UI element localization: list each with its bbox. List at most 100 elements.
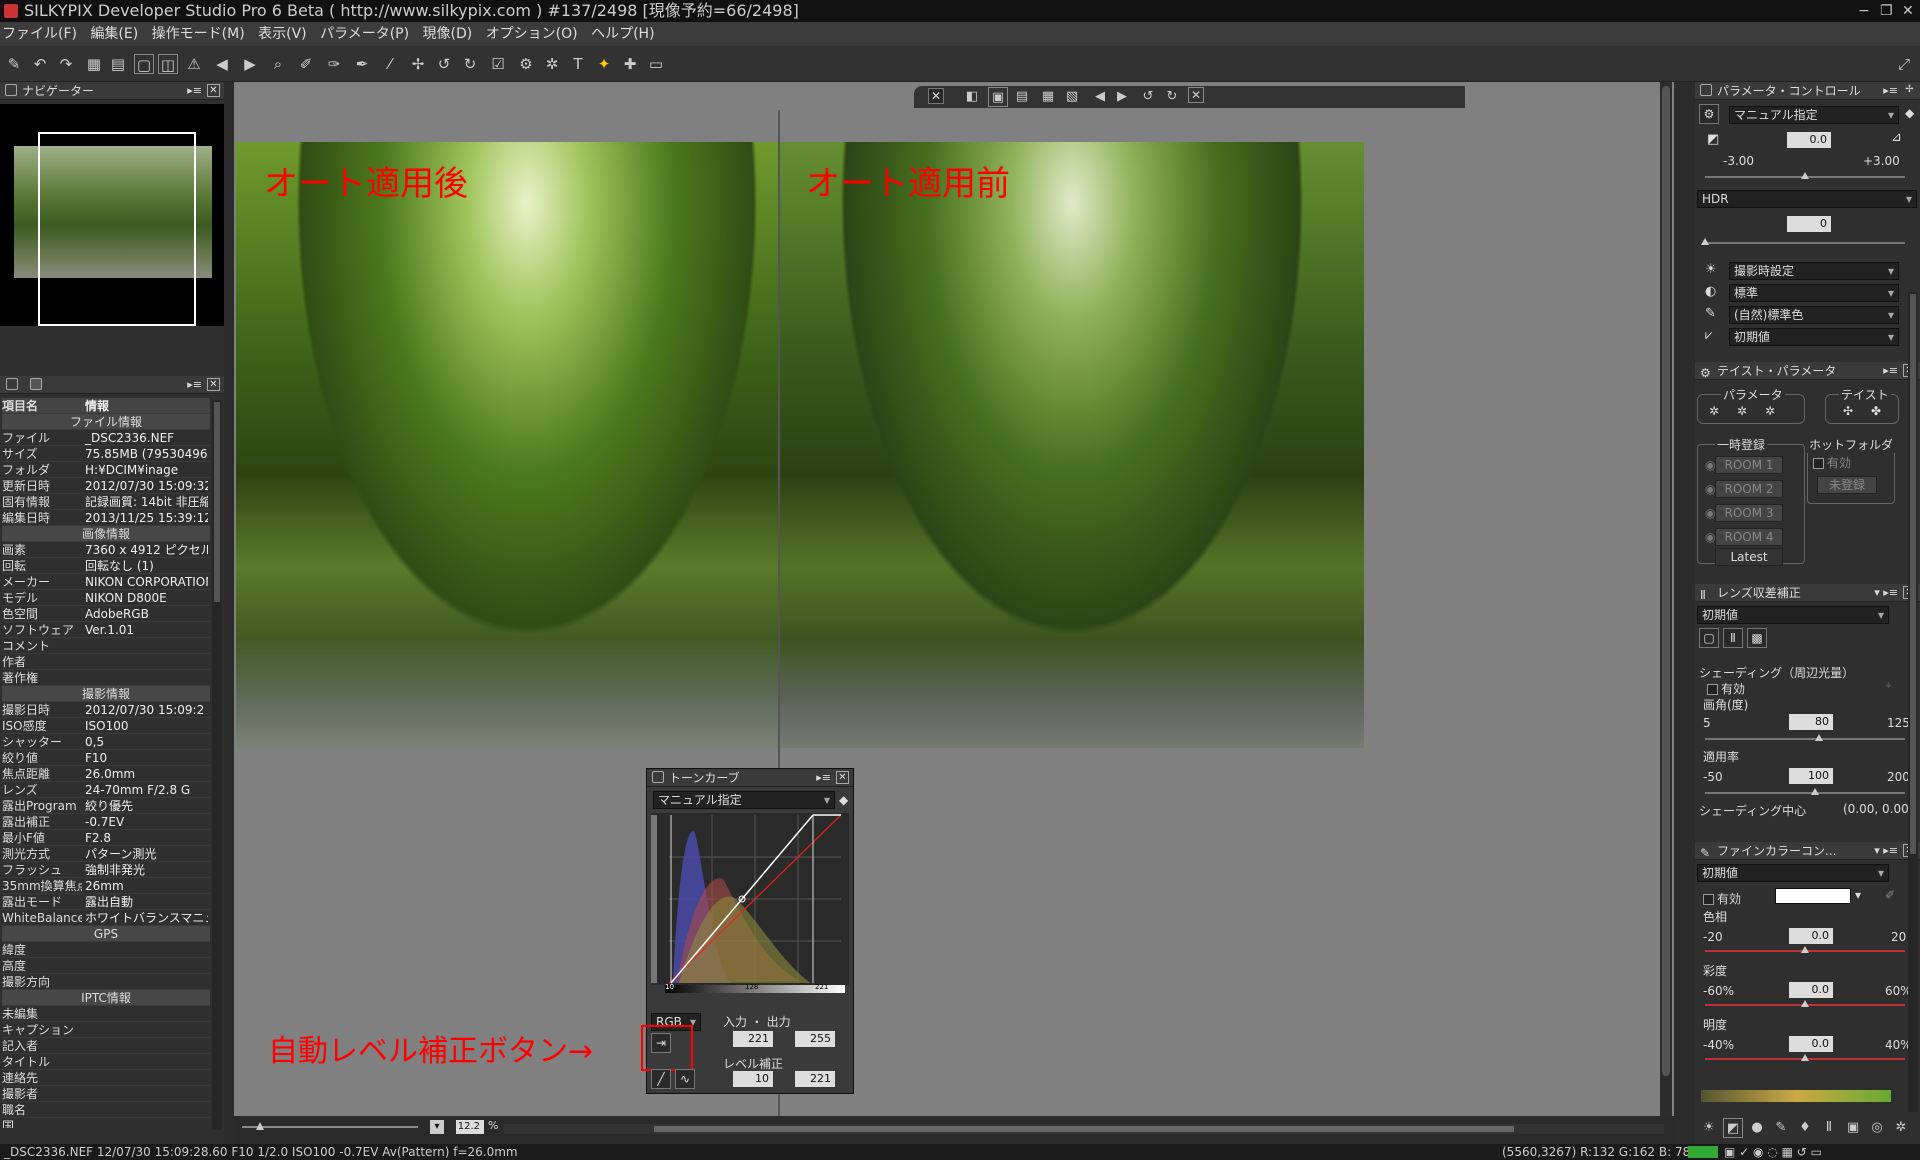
params-pin2-icon[interactable]: ◆	[1905, 106, 1914, 120]
exposure-slider[interactable]	[1705, 172, 1905, 179]
taste-menu-icon[interactable]: ▸≡	[1883, 362, 1898, 380]
hue-slider[interactable]	[1705, 946, 1905, 953]
rate-value[interactable]: 100	[1789, 768, 1833, 784]
single-view-icon[interactable]: ▢	[134, 54, 154, 74]
tonecurve-menu-icon[interactable]: ▸≡	[816, 769, 831, 787]
hue-value[interactable]: 0.0	[1789, 928, 1833, 944]
bri-value[interactable]: 0.0	[1789, 1036, 1833, 1052]
navigator-frame[interactable]	[38, 132, 196, 326]
lens-menu-icon[interactable]: ▾ ▸≡	[1874, 584, 1898, 602]
lens-tab-2-icon[interactable]: Ⅱ	[1723, 628, 1743, 648]
right-scrollbar[interactable]	[1908, 292, 1918, 1112]
rotate-cw-icon[interactable]: ↻	[1162, 87, 1182, 107]
pane-close-icon[interactable]: ✕	[928, 88, 944, 104]
folder-icon[interactable]	[6, 378, 18, 390]
info-row[interactable]: ファイル _DSC2336.NEF	[2, 430, 210, 446]
info-row[interactable]: WhiteBalanceホワイトバランスマニュ	[2, 910, 210, 926]
info-section-header[interactable]: 撮影情報	[2, 686, 210, 702]
info-row[interactable]: 連絡先	[2, 1070, 210, 1086]
info-row[interactable]: 未編集	[2, 1006, 210, 1022]
finecolor-menu-icon[interactable]: ▾ ▸≡	[1874, 842, 1898, 860]
info-row[interactable]: コメント	[2, 638, 210, 654]
undo-icon[interactable]: ↶	[30, 54, 50, 74]
menu-file[interactable]: ファイル(F)	[2, 26, 77, 42]
angle-value[interactable]: 80	[1789, 714, 1833, 730]
info-row[interactable]: 焦点距離 26.0mm	[2, 766, 210, 782]
pane-right-close-icon[interactable]: ✕	[1188, 87, 1204, 103]
info-row[interactable]: モデル NIKON D800E	[2, 590, 210, 606]
zoom-slider[interactable]	[242, 1122, 418, 1130]
color-swatch[interactable]	[1775, 888, 1851, 904]
info-row[interactable]: シャッター 0,5	[2, 734, 210, 750]
pen-icon[interactable]: ✒	[352, 54, 372, 74]
extra-icon[interactable]: ✲	[1891, 1118, 1911, 1138]
wb-select[interactable]: 撮影時設定	[1729, 262, 1899, 280]
menu-mode[interactable]: 操作モード(M)	[152, 26, 245, 42]
close-button[interactable]: ✕	[1902, 0, 1914, 22]
auto-exposure-icon[interactable]: ⊿	[1891, 130, 1902, 145]
info-section-header[interactable]: IPTC情報	[2, 990, 210, 1006]
taste-add-icon[interactable]: ✣	[1843, 404, 1853, 418]
room3-button[interactable]: ROOM 3	[1715, 504, 1783, 522]
hdr-value[interactable]: 0	[1787, 216, 1831, 232]
info-row[interactable]: 高度	[2, 958, 210, 974]
next-image-icon[interactable]: ▶	[1112, 87, 1132, 107]
info-row[interactable]: 撮影者	[2, 1086, 210, 1102]
shading-enabled[interactable]: 有効	[1707, 680, 1745, 697]
zoom-icon[interactable]: ⌕	[268, 54, 288, 74]
tonecurve-mode-select[interactable]: マニュアル指定	[653, 791, 835, 809]
plugin-icon[interactable]: ✚	[620, 54, 640, 74]
lens-bottom-icon[interactable]: Ⅱ	[1819, 1118, 1839, 1138]
info-row[interactable]: 露出モード 露出自動	[2, 894, 210, 910]
tonecurve-window[interactable]: トーンカーブ ▸≡ ✕ マニュアル指定 ◆ 10 128 221 RGB 入力 …	[641, 768, 854, 1094]
info-row[interactable]: ISO感度 ISO100	[2, 718, 210, 734]
info-row[interactable]: 絞り値 F10	[2, 750, 210, 766]
angle-slider[interactable]	[1705, 734, 1905, 741]
frame-icon[interactable]: ▣	[1843, 1118, 1863, 1138]
info-row[interactable]: 記入者	[2, 1038, 210, 1054]
info-row[interactable]: 撮影方向	[2, 974, 210, 990]
info-row[interactable]: 職名	[2, 1102, 210, 1118]
sun-icon[interactable]: ☀	[1699, 1118, 1719, 1138]
params-menu-icon[interactable]: ▸≡	[1883, 82, 1898, 100]
check-icon[interactable]: ☑	[488, 54, 508, 74]
status-icons[interactable]: ▣ ✓ ◉ ◌ ▦ ↺ ▭	[1724, 1144, 1822, 1160]
exposure-value[interactable]: 0.0	[1787, 132, 1831, 148]
menu-help[interactable]: ヘルプ(H)	[591, 26, 654, 42]
zoom-input[interactable]: 12.2	[456, 1120, 484, 1134]
comment-icon[interactable]	[30, 378, 42, 390]
split-icon[interactable]: ▤	[1012, 87, 1032, 107]
wb-picker-icon[interactable]: ✑	[324, 54, 344, 74]
info-row[interactable]: 35mm換算焦点26mm	[2, 878, 210, 894]
tone-curve-icon[interactable]: ◩	[1723, 1118, 1743, 1138]
info-row[interactable]: レンズ 24-70mm F/2.8 G	[2, 782, 210, 798]
broom-icon[interactable]: ✎	[4, 54, 24, 74]
magic-icon[interactable]: ✦	[594, 54, 614, 74]
info-row[interactable]: 作者	[2, 654, 210, 670]
menu-parameter[interactable]: パラメータ(P)	[320, 26, 409, 42]
swatch-dropdown-icon[interactable]: ▾	[1855, 888, 1861, 902]
zoom-dropdown-icon[interactable]: ▾	[430, 1120, 444, 1134]
finecolor-preset-select[interactable]: 初期値	[1697, 864, 1889, 882]
auto-level-button[interactable]: ⇥	[651, 1033, 671, 1053]
taste-edit-icon[interactable]: ✤	[1871, 404, 1881, 418]
room2-button[interactable]: ROOM 2	[1715, 480, 1783, 498]
rotate-ccw-icon[interactable]: ↺	[1138, 87, 1158, 107]
param-icon-3[interactable]: ✲	[1765, 404, 1775, 418]
finecolor-enabled[interactable]: 有効	[1703, 890, 1741, 907]
info-row[interactable]: フラッシュ 強制非発光	[2, 862, 210, 878]
info-row[interactable]: 測光方式 パターン測光	[2, 846, 210, 862]
horizontal-scrollbar[interactable]	[504, 1124, 1664, 1134]
lens-tab-3-icon[interactable]: ▩	[1747, 628, 1767, 648]
info-section-header[interactable]: GPS	[2, 926, 210, 942]
target-icon[interactable]: ⌖	[1885, 678, 1892, 693]
info-row[interactable]: タイトル	[2, 1054, 210, 1070]
info-row[interactable]: 色空間 AdobeRGB	[2, 606, 210, 622]
hdr-select[interactable]: HDR	[1697, 190, 1917, 208]
info-row[interactable]: 露出補正 -0.7EV	[2, 814, 210, 830]
line-tool-icon[interactable]: ╱	[651, 1069, 671, 1089]
info-section-header[interactable]: 画像情報	[2, 526, 210, 542]
photo-after[interactable]	[236, 142, 818, 748]
info-section-header[interactable]: ファイル情報	[2, 414, 210, 430]
unregistered-button[interactable]: 未登録	[1817, 476, 1877, 494]
